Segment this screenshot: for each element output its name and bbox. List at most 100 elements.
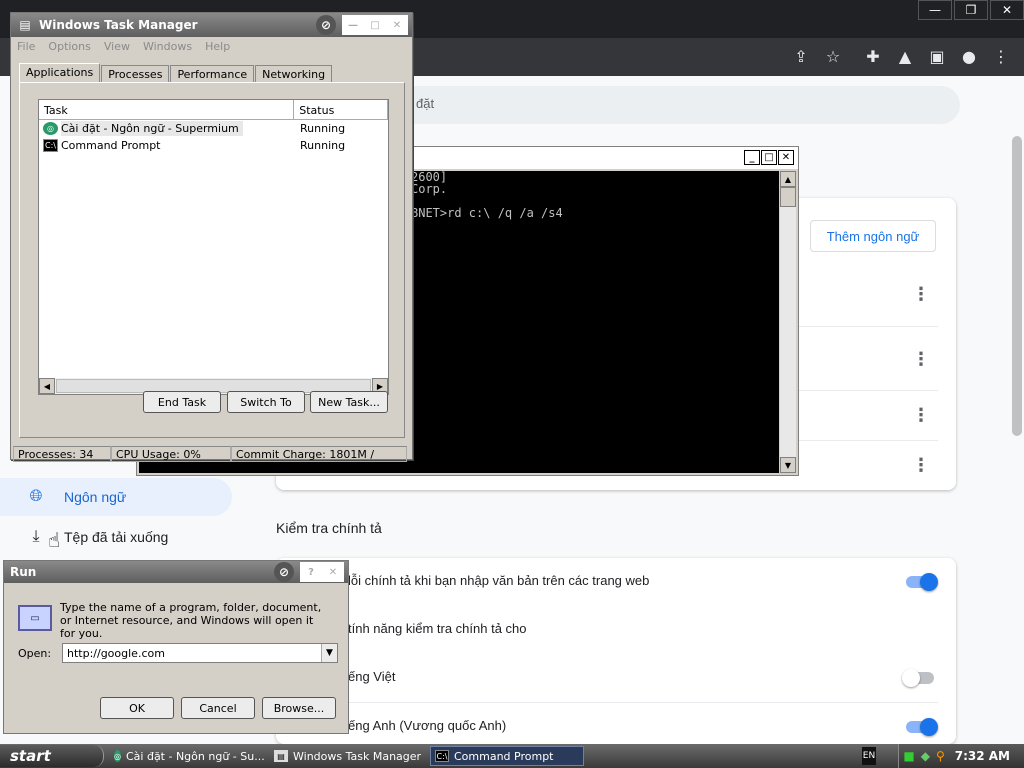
column-task[interactable]: Task (39, 100, 295, 119)
menu-icon[interactable]: ⋮ (990, 46, 1012, 68)
tray-app-icon[interactable]: ■ (903, 749, 914, 763)
taskbar-item-task-manager[interactable]: ▤ Windows Task Manager (270, 746, 424, 766)
column-status[interactable]: Status (294, 100, 388, 119)
search-partial-text: đặt (416, 96, 435, 111)
browser-icon: ◎ (114, 750, 121, 762)
cancel-button[interactable]: Cancel (181, 697, 255, 719)
commit-charge: Commit Charge: 1801M / 3679M (231, 446, 407, 476)
close-icon[interactable]: ✕ (990, 0, 1024, 20)
console-line: BNET>rd c:\ /q /a /s4 (411, 206, 563, 220)
ok-button[interactable]: OK (100, 697, 174, 719)
star-icon[interactable]: ☆ (822, 46, 844, 68)
open-label: Open: (18, 647, 52, 660)
more-options-icon[interactable]: ⋮ (912, 351, 930, 369)
question-icon[interactable]: ? (300, 562, 322, 582)
language-indicator[interactable]: EN (862, 747, 876, 765)
run-program-icon: ▭ (18, 605, 52, 631)
task-label: Command Prompt (454, 749, 554, 763)
more-options-icon[interactable]: ⋮ (912, 286, 930, 304)
run-titlebar[interactable]: Run ⊘ ? ✕ (4, 561, 348, 583)
hand-cursor-icon: ☝ (48, 528, 61, 552)
task-manager-icon: ▤ (19, 18, 31, 32)
window-title: Windows Task Manager (39, 18, 198, 32)
menu-item-options[interactable]: Options (48, 40, 90, 53)
network-icon[interactable]: ◆ (921, 749, 930, 763)
page-scrollbar[interactable] (1012, 136, 1022, 436)
system-tray: ■ ◆ ⚲ 7:32 AM (898, 744, 1024, 768)
side-panel-icon[interactable]: ▣ (926, 46, 948, 68)
maximize-icon[interactable]: □ (761, 150, 777, 165)
console-line: Corp. (411, 182, 448, 196)
taskbar-item-command-prompt[interactable]: C:\ Command Prompt (430, 746, 584, 766)
tab-applications[interactable]: Applications (19, 63, 101, 83)
restore-icon[interactable]: ❐ (954, 0, 988, 20)
share-icon[interactable]: ⇪ (790, 46, 812, 68)
english-uk-toggle[interactable] (906, 718, 938, 736)
lab-icon[interactable]: ▲ (894, 46, 916, 68)
task-name: Command Prompt (61, 139, 161, 152)
add-language-button[interactable]: Thêm ngôn ngữ (810, 220, 936, 252)
table-row[interactable]: C:\ Command Prompt Running (39, 137, 388, 154)
spellcheck-toggle[interactable] (906, 573, 938, 591)
extensions-icon[interactable]: ✚ (862, 46, 884, 68)
scroll-down-icon[interactable]: ▼ (780, 457, 796, 473)
tab-networking[interactable]: Networking (255, 65, 333, 83)
spellcheck-languages-label: tính năng kiểm tra chính tả cho (348, 621, 527, 636)
settings-search-input[interactable]: đặt (380, 86, 960, 124)
cpu-usage: CPU Usage: 0% (111, 446, 231, 462)
processes-count: Processes: 34 (13, 446, 111, 462)
more-options-icon[interactable]: ⋮ (912, 407, 930, 425)
language-row-vietnamese: ếng Việt (348, 669, 396, 684)
menu-item-windows[interactable]: Windows (143, 40, 192, 53)
run-dialog[interactable]: Run ⊘ ? ✕ ▭ Type the name of a program, … (3, 560, 349, 734)
browser-window-controls: — ❐ ✕ (916, 0, 1024, 20)
divider (290, 702, 938, 703)
vietnamese-toggle[interactable] (902, 669, 934, 687)
tab-performance[interactable]: Performance (170, 65, 255, 83)
menu-bar: File Options View Windows Help (11, 37, 412, 55)
minimize-icon[interactable]: _ (744, 150, 760, 165)
help-icon[interactable]: ⊘ (274, 562, 294, 582)
tab-strip: Applications Processes Performance Netwo… (19, 63, 333, 83)
end-task-button[interactable]: End Task (143, 391, 221, 413)
sidebar-item-label: Ngôn ngữ (64, 489, 127, 505)
minimize-icon[interactable]: — (918, 0, 952, 20)
help-icon[interactable]: ⊘ (316, 15, 336, 35)
scroll-up-icon[interactable]: ▲ (780, 171, 796, 187)
scroll-left-icon[interactable]: ◀ (39, 378, 55, 394)
sidebar-item-downloads[interactable]: ⤓ Tệp đã tải xuống (0, 518, 232, 556)
task-manager-titlebar[interactable]: ▤ Windows Task Manager ⊘ — □ ✕ (11, 13, 412, 37)
taskbar-item-browser[interactable]: ◎ Cài đặt - Ngôn ngữ - Su... (110, 746, 264, 766)
maximize-icon[interactable]: □ (364, 15, 386, 35)
window-title: Run (10, 565, 37, 579)
cmd-scrollbar[interactable]: ▲ ▼ (780, 171, 796, 473)
menu-item-file[interactable]: File (17, 40, 35, 53)
task-manager-icon: ▤ (274, 750, 288, 762)
start-button[interactable]: start (0, 745, 104, 767)
task-manager-window[interactable]: ▤ Windows Task Manager ⊘ — □ ✕ File Opti… (10, 12, 413, 476)
search-icon[interactable]: ⚲ (936, 749, 945, 763)
close-icon[interactable]: ✕ (386, 15, 408, 35)
menu-item-help[interactable]: Help (205, 40, 230, 53)
close-icon[interactable]: ✕ (322, 562, 344, 582)
tab-processes[interactable]: Processes (101, 65, 170, 83)
more-options-icon[interactable]: ⋮ (912, 457, 930, 475)
chevron-down-icon[interactable]: ▼ (321, 644, 337, 662)
console-line: 2600] (411, 170, 448, 184)
sidebar-item-label: Tệp đã tải xuống (64, 529, 169, 545)
minimize-icon[interactable]: — (342, 15, 364, 35)
task-name: Cài đặt - Ngôn ngữ - Supermium (61, 121, 243, 136)
table-row[interactable]: ◎ Cài đặt - Ngôn ngữ - Supermium Running (39, 120, 388, 137)
sidebar-item-languages[interactable]: 🌐︎ Ngôn ngữ (0, 478, 232, 516)
switch-to-button[interactable]: Switch To (227, 391, 305, 413)
new-task-button[interactable]: New Task... (310, 391, 388, 413)
spellcheck-row-text: lỗi chính tả khi bạn nhập văn bản trên c… (348, 573, 650, 588)
profile-icon[interactable]: ● (958, 46, 980, 68)
scroll-thumb[interactable] (780, 187, 796, 207)
task-list[interactable]: Task Status ◎ Cài đặt - Ngôn ngữ - Super… (38, 99, 389, 395)
close-icon[interactable]: ✕ (778, 150, 794, 165)
browse-button[interactable]: Browse... (262, 697, 336, 719)
open-input[interactable]: http://google.com ▼ (62, 643, 338, 663)
clock[interactable]: 7:32 AM (955, 749, 1010, 763)
menu-item-view[interactable]: View (104, 40, 130, 53)
